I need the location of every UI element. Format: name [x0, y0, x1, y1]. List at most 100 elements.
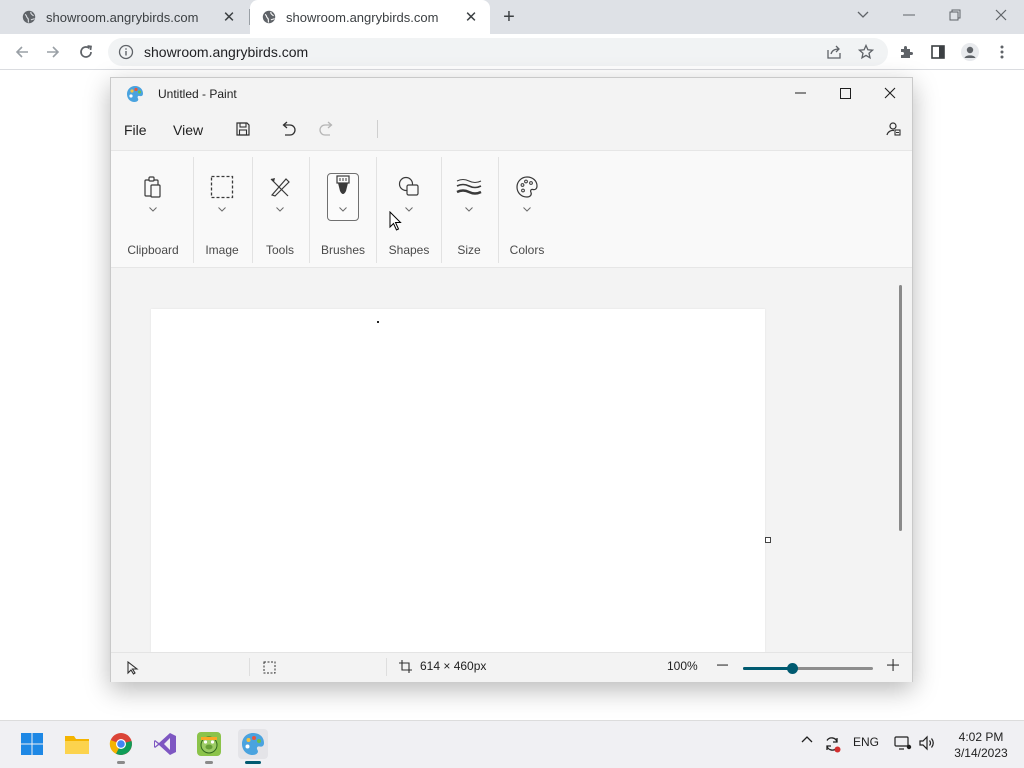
restore-icon[interactable]	[932, 0, 978, 30]
menu-icon[interactable]	[989, 39, 1015, 65]
vertical-scrollbar[interactable]	[899, 285, 902, 531]
paint-ribbon: Clipboard Image Tools Brushes Shapes Siz…	[111, 150, 912, 268]
profile-icon[interactable]	[957, 39, 983, 65]
ribbon-group-tools[interactable]: Tools	[256, 151, 304, 267]
ribbon-group-size[interactable]: Size	[445, 151, 493, 267]
canvas-size-readout: 614 × 460px	[399, 659, 486, 673]
paint-menu-bar: File View	[111, 110, 912, 148]
reload-icon[interactable]	[73, 39, 99, 65]
chevron-down-icon	[522, 205, 532, 213]
ribbon-group-clipboard[interactable]: Clipboard	[119, 151, 187, 267]
mouse-cursor-icon	[389, 210, 403, 231]
menu-view[interactable]: View	[173, 122, 203, 138]
visual-studio-icon[interactable]	[150, 729, 180, 759]
ribbon-label: Colors	[509, 243, 545, 257]
drawing-canvas[interactable]	[151, 309, 765, 652]
zoom-slider[interactable]	[743, 663, 873, 674]
ribbon-group-shapes[interactable]: Shapes	[381, 151, 437, 267]
volume-icon[interactable]	[917, 735, 937, 751]
network-icon[interactable]	[893, 735, 913, 751]
zoom-out-icon[interactable]	[717, 659, 729, 671]
ribbon-divider	[441, 157, 442, 263]
share-icon[interactable]	[821, 39, 847, 65]
undo-icon[interactable]	[276, 118, 300, 140]
status-divider	[249, 658, 250, 676]
menu-divider	[377, 120, 378, 138]
chevron-down-icon	[275, 205, 285, 213]
ribbon-group-brushes[interactable]: Brushes	[313, 151, 373, 267]
chevron-down-icon[interactable]	[840, 0, 886, 30]
zoom-percent[interactable]: 100%	[667, 659, 698, 673]
minimize-icon[interactable]	[777, 78, 823, 108]
canvas-resize-handle[interactable]	[765, 537, 771, 543]
chrome-icon[interactable]	[106, 729, 136, 759]
browser-toolbar: showroom.angrybirds.com	[0, 34, 1024, 70]
side-panel-icon[interactable]	[925, 39, 951, 65]
browser-tab-1[interactable]: showroom.angrybirds.com ✕	[0, 0, 248, 34]
back-icon[interactable]	[9, 39, 35, 65]
ribbon-label: Tools	[265, 243, 294, 257]
size-icon	[455, 173, 483, 201]
active-indicator	[245, 761, 261, 764]
forward-icon[interactable]	[40, 39, 66, 65]
start-icon[interactable]	[17, 729, 47, 759]
paint-logo-icon	[126, 85, 144, 103]
zoom-slider-thumb[interactable]	[787, 663, 799, 674]
browser-tab-2[interactable]: showroom.angrybirds.com ✕	[250, 0, 490, 34]
shapes-icon	[395, 173, 423, 201]
chevron-down-icon	[217, 205, 227, 213]
ribbon-group-image[interactable]: Image	[196, 151, 248, 267]
status-divider	[386, 658, 387, 676]
globe-icon	[262, 10, 276, 24]
ribbon-divider	[252, 157, 253, 263]
windows-taskbar: ENG 4:02 PM 3/14/2023	[0, 720, 1024, 768]
pointer-position-icon	[127, 661, 139, 675]
ribbon-label: Image	[205, 243, 239, 257]
close-icon[interactable]: ✕	[220, 8, 238, 26]
paint-icon[interactable]	[238, 729, 268, 759]
tab-title: showroom.angrybirds.com	[286, 9, 439, 25]
browser-tab-strip: showroom.angrybirds.com ✕ showroom.angry…	[0, 0, 1024, 34]
ribbon-divider	[498, 157, 499, 263]
sync-icon[interactable]	[821, 735, 843, 753]
language-indicator[interactable]: ENG	[850, 735, 882, 749]
chevron-up-icon[interactable]	[799, 735, 815, 743]
minimize-icon[interactable]	[886, 0, 932, 30]
selection-size-icon	[263, 661, 276, 674]
palette-icon	[513, 173, 541, 201]
canvas-area	[111, 269, 912, 652]
close-icon[interactable]	[867, 78, 913, 108]
address-bar[interactable]: showroom.angrybirds.com	[108, 38, 888, 66]
system-clock[interactable]: 4:02 PM 3/14/2023	[944, 729, 1018, 761]
menu-file[interactable]: File	[124, 122, 147, 138]
file-explorer-icon[interactable]	[62, 729, 92, 759]
ribbon-label: Size	[457, 243, 481, 257]
selection-icon	[208, 173, 236, 201]
canvas-dot	[377, 321, 379, 323]
canvas-size-text: 614 × 460px	[420, 659, 487, 673]
close-window-icon[interactable]	[978, 0, 1024, 30]
account-settings-icon[interactable]	[881, 118, 905, 140]
close-icon[interactable]: ✕	[462, 8, 480, 26]
zoom-in-icon[interactable]	[887, 659, 899, 671]
redo-icon[interactable]	[315, 118, 339, 140]
chevron-down-icon	[464, 205, 474, 213]
running-indicator	[205, 761, 213, 764]
angry-birds-icon[interactable]	[194, 729, 224, 759]
address-text: showroom.angrybirds.com	[144, 44, 309, 60]
new-tab-button[interactable]: +	[498, 6, 520, 28]
paint-title-bar[interactable]: Untitled - Paint	[111, 78, 912, 110]
ribbon-divider	[309, 157, 310, 263]
clock-time: 4:02 PM	[958, 730, 1004, 744]
ribbon-label: Clipboard	[127, 243, 179, 257]
save-icon[interactable]	[231, 118, 255, 140]
star-icon[interactable]	[853, 39, 879, 65]
ribbon-label: Brushes	[320, 243, 366, 257]
chevron-down-icon	[404, 205, 414, 213]
extensions-icon[interactable]	[893, 39, 919, 65]
info-icon[interactable]	[118, 44, 134, 60]
window-title: Untitled - Paint	[158, 87, 237, 101]
maximize-icon[interactable]	[822, 78, 868, 108]
clipboard-icon	[139, 173, 167, 201]
ribbon-group-colors[interactable]: Colors	[501, 151, 553, 267]
